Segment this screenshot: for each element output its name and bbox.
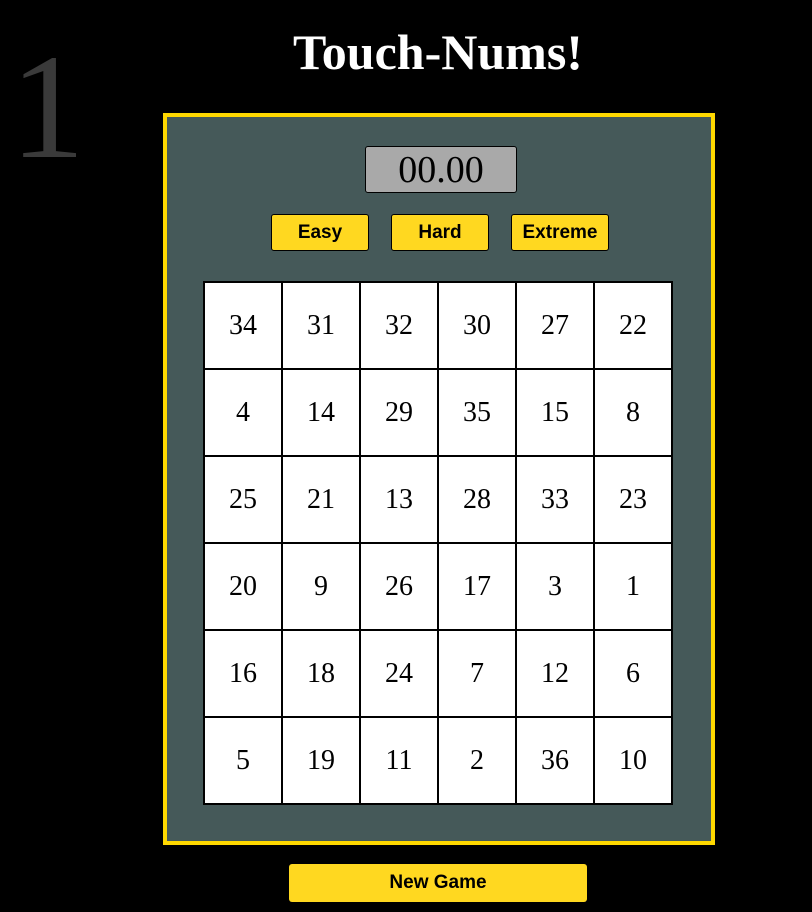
number-cell[interactable]: 10 — [593, 716, 673, 805]
number-cell[interactable]: 13 — [359, 455, 439, 544]
number-cell[interactable]: 36 — [515, 716, 595, 805]
game-board: 00.00 Easy Hard Extreme 34 31 32 30 27 22 4 14 2… — [163, 113, 715, 845]
number-cell[interactable]: 1 — [593, 542, 673, 631]
number-cell[interactable]: 28 — [437, 455, 517, 544]
number-cell[interactable]: 3 — [515, 542, 595, 631]
number-cell[interactable]: 9 — [281, 542, 361, 631]
number-cell[interactable]: 8 — [593, 368, 673, 457]
number-cell[interactable]: 24 — [359, 629, 439, 718]
number-cell[interactable]: 6 — [593, 629, 673, 718]
number-cell[interactable]: 12 — [515, 629, 595, 718]
number-cell[interactable]: 32 — [359, 281, 439, 370]
difficulty-selector: Easy Hard Extreme — [271, 214, 611, 252]
number-cell[interactable]: 22 — [593, 281, 673, 370]
grid-row: 5 19 11 2 36 10 — [203, 716, 673, 805]
number-cell[interactable]: 18 — [281, 629, 361, 718]
number-cell[interactable]: 17 — [437, 542, 517, 631]
grid-row: 34 31 32 30 27 22 — [203, 281, 673, 370]
number-cell[interactable]: 19 — [281, 716, 361, 805]
number-cell[interactable]: 30 — [437, 281, 517, 370]
number-grid: 34 31 32 30 27 22 4 14 29 35 15 8 25 21 13 28 33 23 20 9 26 1… — [203, 281, 673, 805]
number-cell[interactable]: 34 — [203, 281, 283, 370]
number-cell[interactable]: 7 — [437, 629, 517, 718]
number-cell[interactable]: 11 — [359, 716, 439, 805]
hard-button[interactable]: Hard — [391, 214, 489, 251]
number-cell[interactable]: 14 — [281, 368, 361, 457]
number-cell[interactable]: 33 — [515, 455, 595, 544]
grid-row: 16 18 24 7 12 6 — [203, 629, 673, 718]
number-cell[interactable]: 31 — [281, 281, 361, 370]
number-cell[interactable]: 23 — [593, 455, 673, 544]
number-cell[interactable]: 35 — [437, 368, 517, 457]
timer-display: 00.00 — [365, 146, 517, 193]
next-number-indicator: 1 — [10, 24, 85, 190]
number-cell[interactable]: 5 — [203, 716, 283, 805]
number-cell[interactable]: 26 — [359, 542, 439, 631]
grid-row: 4 14 29 35 15 8 — [203, 368, 673, 457]
number-cell[interactable]: 16 — [203, 629, 283, 718]
number-cell[interactable]: 15 — [515, 368, 595, 457]
grid-row: 20 9 26 17 3 1 — [203, 542, 673, 631]
new-game-button[interactable]: New Game — [289, 864, 587, 902]
number-cell[interactable]: 29 — [359, 368, 439, 457]
number-cell[interactable]: 2 — [437, 716, 517, 805]
grid-row: 25 21 13 28 33 23 — [203, 455, 673, 544]
extreme-button[interactable]: Extreme — [511, 214, 609, 251]
number-cell[interactable]: 4 — [203, 368, 283, 457]
page-title: Touch-Nums! — [293, 24, 583, 80]
number-cell[interactable]: 20 — [203, 542, 283, 631]
number-cell[interactable]: 21 — [281, 455, 361, 544]
number-cell[interactable]: 25 — [203, 455, 283, 544]
number-cell[interactable]: 27 — [515, 281, 595, 370]
easy-button[interactable]: Easy — [271, 214, 369, 251]
